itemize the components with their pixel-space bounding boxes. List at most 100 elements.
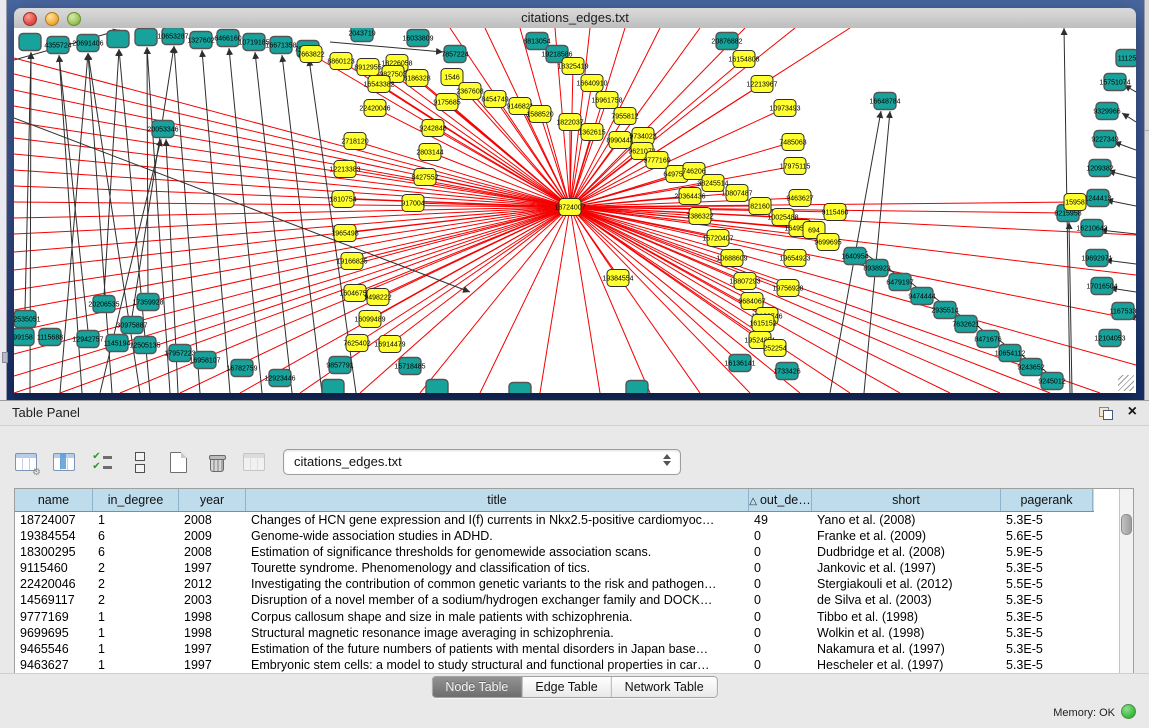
graph-node[interactable]: 15751074 bbox=[1099, 74, 1130, 91]
column-header-name[interactable]: name bbox=[15, 489, 93, 511]
graph-node[interactable]: 7955812 bbox=[611, 108, 638, 125]
graph-node[interactable]: 15720407 bbox=[702, 230, 733, 247]
graph-node[interactable]: 82160 bbox=[749, 198, 771, 215]
graph-node[interactable]: 38245514 bbox=[697, 175, 728, 192]
tab-network-table[interactable]: Network Table bbox=[612, 677, 717, 697]
graph-node[interactable]: 10807487 bbox=[721, 185, 752, 202]
graph-node[interactable]: 20691406 bbox=[72, 35, 103, 52]
graph-node[interactable]: 16210643 bbox=[1076, 220, 1107, 237]
graph-node[interactable]: 1822037 bbox=[556, 114, 583, 131]
network-svg[interactable]: 4355724206914061065328713276026466160107… bbox=[14, 28, 1136, 393]
column-header-out_de[interactable]: △out_de… bbox=[749, 489, 812, 511]
graph-node[interactable]: 19166825 bbox=[336, 253, 367, 270]
graph-node[interactable] bbox=[322, 380, 344, 394]
table-row[interactable]: 946362711997Embryonic stem cells: a mode… bbox=[15, 657, 1133, 673]
table-row[interactable]: 2242004622012Investigating the contribut… bbox=[15, 576, 1133, 592]
graph-node[interactable]: 16640910 bbox=[576, 75, 607, 92]
graph-node[interactable]: 19756928 bbox=[772, 280, 803, 297]
column-header-title[interactable]: title bbox=[246, 489, 749, 511]
column-header-short[interactable]: short bbox=[812, 489, 1001, 511]
column-header-year[interactable]: year bbox=[179, 489, 246, 511]
graph-node[interactable]: 1244413 bbox=[1084, 190, 1111, 207]
graph-node[interactable]: 7663822 bbox=[297, 46, 324, 63]
graph-node[interactable]: 1546 bbox=[441, 69, 463, 86]
graph-node[interactable]: 16648784 bbox=[869, 93, 900, 110]
graph-node[interactable]: 8860123 bbox=[327, 53, 354, 70]
graph-node[interactable]: 9245012 bbox=[1038, 373, 1065, 390]
graph-node[interactable]: 8186328 bbox=[403, 70, 430, 87]
table-select-dropdown[interactable]: citations_edges.txt bbox=[283, 449, 681, 475]
graph-node[interactable]: 19384554 bbox=[602, 270, 633, 287]
graph-node[interactable]: 19692971 bbox=[1081, 250, 1112, 267]
graph-node[interactable]: 16154808 bbox=[728, 51, 759, 68]
graph-node[interactable]: 10653287 bbox=[157, 28, 188, 45]
table-mode-icon[interactable]: ⚙ bbox=[14, 450, 38, 474]
graph-node[interactable]: 7485063 bbox=[779, 134, 806, 151]
graph-node[interactable]: 9227349 bbox=[1091, 131, 1118, 148]
table-row[interactable]: 977716911998Corpus callosum shape and si… bbox=[15, 609, 1133, 625]
graph-node[interactable]: 9243652 bbox=[1017, 359, 1044, 376]
table-row[interactable]: 969969511998Structural magnetic resonanc… bbox=[15, 625, 1133, 641]
graph-node[interactable] bbox=[19, 34, 41, 51]
graph-node[interactable]: 16671358 bbox=[265, 37, 296, 54]
graph-node[interactable]: 8427552 bbox=[411, 169, 438, 186]
graph-node[interactable]: 4355724 bbox=[44, 37, 71, 54]
column-header-pagerank[interactable]: pagerank bbox=[1001, 489, 1093, 511]
table-row[interactable]: 946554611997Estimation of the future num… bbox=[15, 641, 1133, 657]
graph-node[interactable]: 9684067 bbox=[738, 293, 765, 310]
graph-node[interactable]: 1810754 bbox=[329, 191, 356, 208]
graph-node[interactable]: 16543382 bbox=[363, 76, 394, 93]
graph-node[interactable]: 10654112 bbox=[995, 345, 1026, 362]
graph-node[interactable]: 17975115 bbox=[780, 158, 811, 175]
graph-node[interactable]: 18807293 bbox=[729, 273, 760, 290]
network-window[interactable]: citations_edges.txt 435572420691406 10653… bbox=[14, 8, 1136, 393]
graph-node[interactable]: 9463627 bbox=[786, 190, 813, 207]
graph-node[interactable]: 1640954 bbox=[841, 248, 868, 265]
graph-node[interactable]: 1362615 bbox=[578, 124, 605, 141]
graph-node[interactable]: 16782759 bbox=[226, 360, 257, 377]
graph-node[interactable]: 9857791 bbox=[326, 357, 353, 374]
graph-node[interactable]: 9242848 bbox=[419, 120, 446, 137]
graph-node[interactable]: 20876882 bbox=[711, 33, 742, 50]
graph-node[interactable]: 8938923 bbox=[863, 260, 890, 277]
network-window-titlebar[interactable]: citations_edges.txt bbox=[14, 8, 1136, 29]
select-rows-icon[interactable]: ✔ ✔ bbox=[90, 450, 114, 474]
delete-table-icon[interactable] bbox=[204, 450, 228, 474]
graph-node[interactable]: 20053346 bbox=[147, 121, 178, 138]
graph-node[interactable]: 9734023 bbox=[629, 128, 656, 145]
table-row[interactable]: 1456911722003Disruption of a novel membe… bbox=[15, 592, 1133, 608]
graph-node[interactable]: 9329966 bbox=[1093, 103, 1120, 120]
graph-node[interactable]: 12104053 bbox=[1094, 330, 1125, 347]
column-header-in_degree[interactable]: in_degree bbox=[93, 489, 179, 511]
graph-node[interactable]: 17016504 bbox=[1086, 278, 1117, 295]
graph-node[interactable]: 1733426 bbox=[773, 363, 800, 380]
vertical-scrollbar[interactable] bbox=[1119, 489, 1133, 673]
graph-node[interactable]: 9498222 bbox=[364, 289, 391, 306]
splitter-handle[interactable] bbox=[2, 352, 8, 363]
graph-node[interactable]: 16033809 bbox=[402, 30, 433, 47]
graph-node[interactable]: 1115688 bbox=[37, 329, 63, 346]
graph-node[interactable]: 1209382 bbox=[1086, 160, 1113, 177]
table-row[interactable]: 1872400712008Changes of HCN gene express… bbox=[15, 512, 1133, 528]
graph-node[interactable]: 2803144 bbox=[416, 144, 443, 161]
graph-node[interactable]: 7625402 bbox=[343, 335, 370, 352]
graph-node[interactable]: 6479197 bbox=[886, 274, 913, 291]
graph-node[interactable]: 16136141 bbox=[724, 355, 755, 372]
graph-node[interactable]: 9175685 bbox=[433, 94, 460, 111]
graph-node[interactable]: 7632621 bbox=[952, 316, 979, 333]
new-table-icon[interactable] bbox=[166, 450, 190, 474]
table-row[interactable]: 911546021997Tourette syndrome. Phenomeno… bbox=[15, 560, 1133, 576]
graph-node[interactable]: 252254 bbox=[763, 340, 786, 357]
tab-edge-table[interactable]: Edge Table bbox=[522, 677, 611, 697]
graph-node[interactable]: 7857224 bbox=[441, 46, 468, 63]
network-canvas[interactable]: 4355724206914061065328713276026466160107… bbox=[14, 28, 1136, 393]
graph-node[interactable]: 11125 bbox=[1116, 50, 1136, 67]
graph-node[interactable]: 1145194 bbox=[104, 335, 131, 352]
graph-node[interactable]: 16099489 bbox=[354, 311, 385, 328]
graph-node[interactable]: 15958 bbox=[1064, 194, 1086, 211]
graph-node[interactable] bbox=[426, 380, 448, 394]
graph-node[interactable]: 12213383 bbox=[329, 161, 360, 178]
graph-node[interactable]: 22420046 bbox=[359, 100, 390, 117]
graph-node[interactable]: 8454749 bbox=[481, 91, 508, 108]
graph-node[interactable]: 2935514 bbox=[931, 302, 958, 319]
